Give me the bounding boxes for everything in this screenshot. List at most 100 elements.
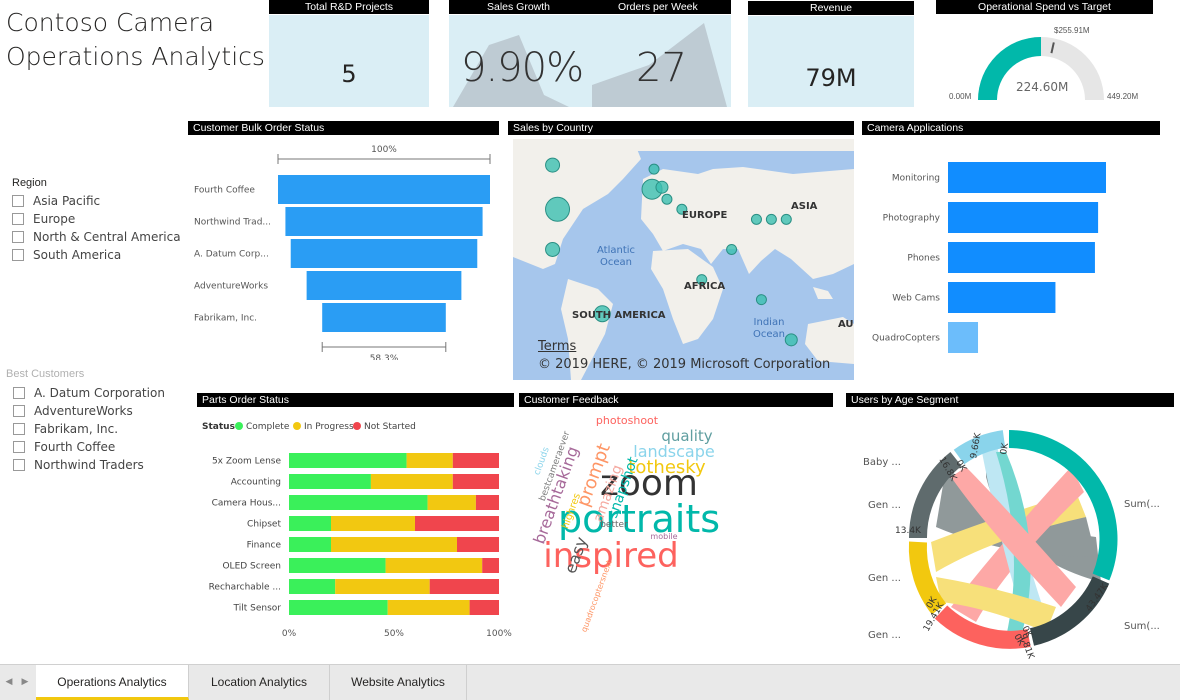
parts-bar-segment [427,495,476,510]
parts-bar-segment [289,453,407,468]
parts-order-card[interactable]: Parts Order Status Status Complete In Prog… [197,393,514,643]
map-label-europe: EUROPE [682,210,728,221]
region-item-asia-pacific[interactable]: Asia Pacific [12,192,182,210]
camera-apps-bar [948,282,1056,313]
checkbox-icon[interactable] [12,195,24,207]
parts-bar-segment [335,579,430,594]
map-canvas[interactable]: EUROPE ASIA AFRICA SOUTH AMERICA AUST At… [513,139,854,380]
map-label-atlantic: Atlantic Ocean [596,245,636,268]
region-item-europe[interactable]: Europe [12,210,182,228]
map-terms-link[interactable]: Terms [538,339,576,354]
parts-bar-segment [469,600,499,615]
gauge-card[interactable]: Operational Spend vs Target $255.91M 224… [936,0,1153,107]
parts-bar-segment [406,453,453,468]
funnel-top-label: 100% [371,145,397,155]
camera-apps-category-label: Web Cams [892,294,940,304]
camera-apps-category-label: Photography [883,214,941,224]
customer-item-adventureworks[interactable]: AdventureWorks [13,402,182,420]
checkbox-icon[interactable] [13,405,25,417]
map-label-south-america: SOUTH AMERICA [572,310,666,321]
map-bubble [755,294,767,306]
feedback-card[interactable]: Customer Feedback zoom portraits inspired t… [519,393,833,643]
kpi-sales-orders-card[interactable]: Sales Growth Orders per Week 9.90% 27 [449,0,731,107]
parts-legend-marker [293,422,301,430]
customer-item-fourth-coffee[interactable]: Fourth Coffee [13,438,182,456]
map-bubble [661,193,673,205]
checkbox-icon[interactable] [13,441,25,453]
parts-order-chart: Status Complete In Progress Not Started 5x Z… [202,422,512,639]
checkbox-icon[interactable] [13,423,25,435]
parts-bar-segment [415,516,499,531]
funnel-bar [290,239,478,268]
parts-category-label: Camera Hous... [212,499,281,509]
word-cloud-word: mobile [650,532,677,541]
parts-bar-segment [457,537,499,552]
parts-category-label: Accounting [231,478,281,488]
parts-category-label: Recharchable ... [209,583,281,593]
map-label-indian: Indian Ocean [753,317,785,340]
region-item-north-central-america[interactable]: North & Central America [12,228,182,246]
region-item-south-america[interactable]: South America [12,246,182,264]
checkbox-icon[interactable] [13,459,25,471]
customer-item-fabrikam-inc[interactable]: Fabrikam, Inc. [13,420,182,438]
gauge-min-label: 0.00M [949,92,972,101]
funnel-chart: 100% Fourth Coffee Northwind Trad... A. Dat… [194,145,491,360]
map-bubble [765,213,777,225]
tab-website-analytics[interactable]: Website Analytics [330,665,467,700]
parts-bar-segment [289,474,371,489]
parts-x-tick: 50% [384,629,404,639]
map-copyright: © 2019 HERE, © 2019 Microsoft Corporatio… [538,357,831,372]
chord-label-sum-2: Sum(... [1124,621,1160,632]
map-bubble [726,243,738,255]
map-bubble [545,196,571,222]
checkbox-icon[interactable] [12,213,24,225]
tab-prev-arrow-icon[interactable]: ◀ [2,665,16,700]
word-cloud-word: photoshoot [596,414,659,427]
parts-bar-segment [370,474,453,489]
parts-category-label: Chipset [247,520,281,530]
feedback-title: Customer Feedback [519,393,833,407]
camera-apps-category-label: Phones [907,254,940,264]
funnel-bottom-label: 58.3% [370,354,399,360]
map-card[interactable]: Sales by Country EUROPE ASIA AFRICA SOUT… [508,121,854,380]
checkbox-icon[interactable] [12,249,24,261]
funnel-card[interactable]: Customer Bulk Order Status 100% Fourth Co… [188,121,499,361]
parts-category-label: Finance [247,541,282,551]
kpi-revenue-title: Revenue [748,1,914,15]
customer-item-a-datum-corporation[interactable]: A. Datum Corporation [13,384,182,402]
tab-operations-analytics[interactable]: Operations Analytics [36,665,189,700]
tab-location-analytics[interactable]: Location Analytics [189,665,330,700]
page-title-line-1: Contoso Camera [6,8,215,37]
word-cloud: zoomportraitsinspiredtotheskylandscapequ… [529,414,720,633]
customer-slicer-title: Best Customers [6,368,85,380]
page-tab-bar: ◀ ▶ Operations Analytics Location Analyt… [0,664,1180,700]
kpi-rnd-value: 5 [341,60,357,88]
region-item-label: North & Central America [33,230,181,244]
chord-card[interactable]: Users by Age Segment Baby ... Gen ... Ge… [846,393,1180,659]
map-bubble [780,213,792,225]
parts-category-label: OLED Screen [222,562,281,572]
funnel-category-label: Fourth Coffee [194,186,255,196]
map-bubble [750,213,762,225]
tab-next-arrow-icon[interactable]: ▶ [18,665,32,700]
parts-bar-segment [331,537,457,552]
customer-item-label: Fourth Coffee [34,440,116,454]
parts-category-label: 5x Zoom Lense [212,457,282,467]
parts-bar-segment [452,453,499,468]
parts-legend-label: In Progress [304,422,354,432]
word-cloud-word: better [600,520,628,530]
customer-slicer: Best Customers A. Datum Corporation Adven… [6,368,182,474]
checkbox-icon[interactable] [13,387,25,399]
checkbox-icon[interactable] [12,231,24,243]
kpi-revenue-card[interactable]: Revenue 79M [748,1,914,107]
map-label-asia: ASIA [791,201,818,212]
customer-item-northwind-traders[interactable]: Northwind Traders [13,456,182,474]
chord-label-gen-1: Gen ... [868,500,901,511]
page-title-line-2: Operations Analytics [6,42,265,71]
kpi-sales-orders-header: Sales Growth Orders per Week [449,0,731,14]
kpi-rnd-card[interactable]: Total R&D Projects 5 [269,0,429,107]
page-title: Contoso Camera Operations Analytics [6,6,265,74]
camera-apps-card[interactable]: Camera Applications Monitoring Photograph… [862,121,1160,361]
kpi-orders-title: Orders per Week [618,1,698,13]
funnel-bar [306,271,462,300]
